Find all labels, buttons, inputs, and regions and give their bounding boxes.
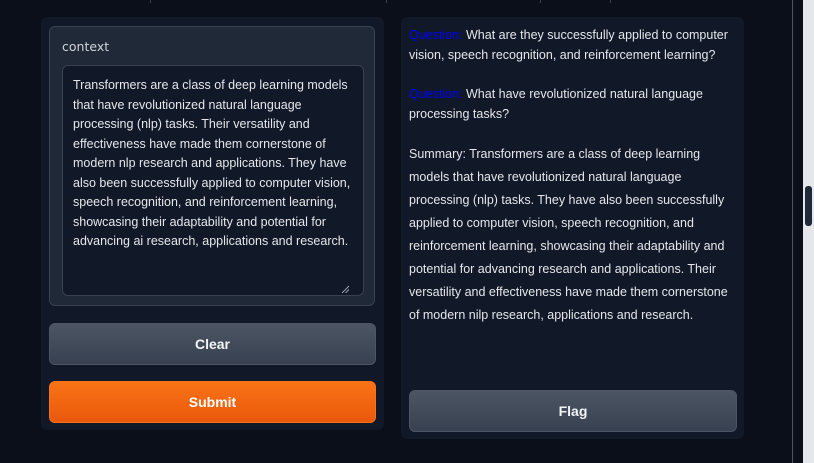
question-label: Question:: [409, 28, 463, 42]
context-textarea[interactable]: Transformers are a class of deep learnin…: [62, 65, 364, 296]
clear-button[interactable]: Clear: [49, 323, 376, 365]
context-block: context Transformers are a class of deep…: [49, 26, 375, 306]
scrollbar-thumb[interactable]: [805, 186, 812, 226]
scrollbar-border: [792, 0, 793, 463]
submit-button[interactable]: Submit: [49, 381, 376, 423]
question-label: Question:: [409, 87, 463, 101]
context-label: context: [62, 39, 110, 54]
resize-grip-icon[interactable]: [341, 285, 349, 293]
question-item: Question: What are they successfully app…: [409, 25, 739, 65]
output-text: Question: What are they successfully app…: [409, 25, 739, 327]
output-panel: Question: What are they successfully app…: [401, 17, 744, 439]
scrollbar-edge: [803, 0, 814, 463]
top-divider-line: [0, 0, 792, 3]
flag-button[interactable]: Flag: [409, 390, 737, 432]
question-item: Question: What have revolutionized natur…: [409, 84, 739, 124]
summary-text: Summary: Transformers are a class of dee…: [409, 147, 728, 322]
input-panel: context Transformers are a class of deep…: [41, 17, 384, 430]
